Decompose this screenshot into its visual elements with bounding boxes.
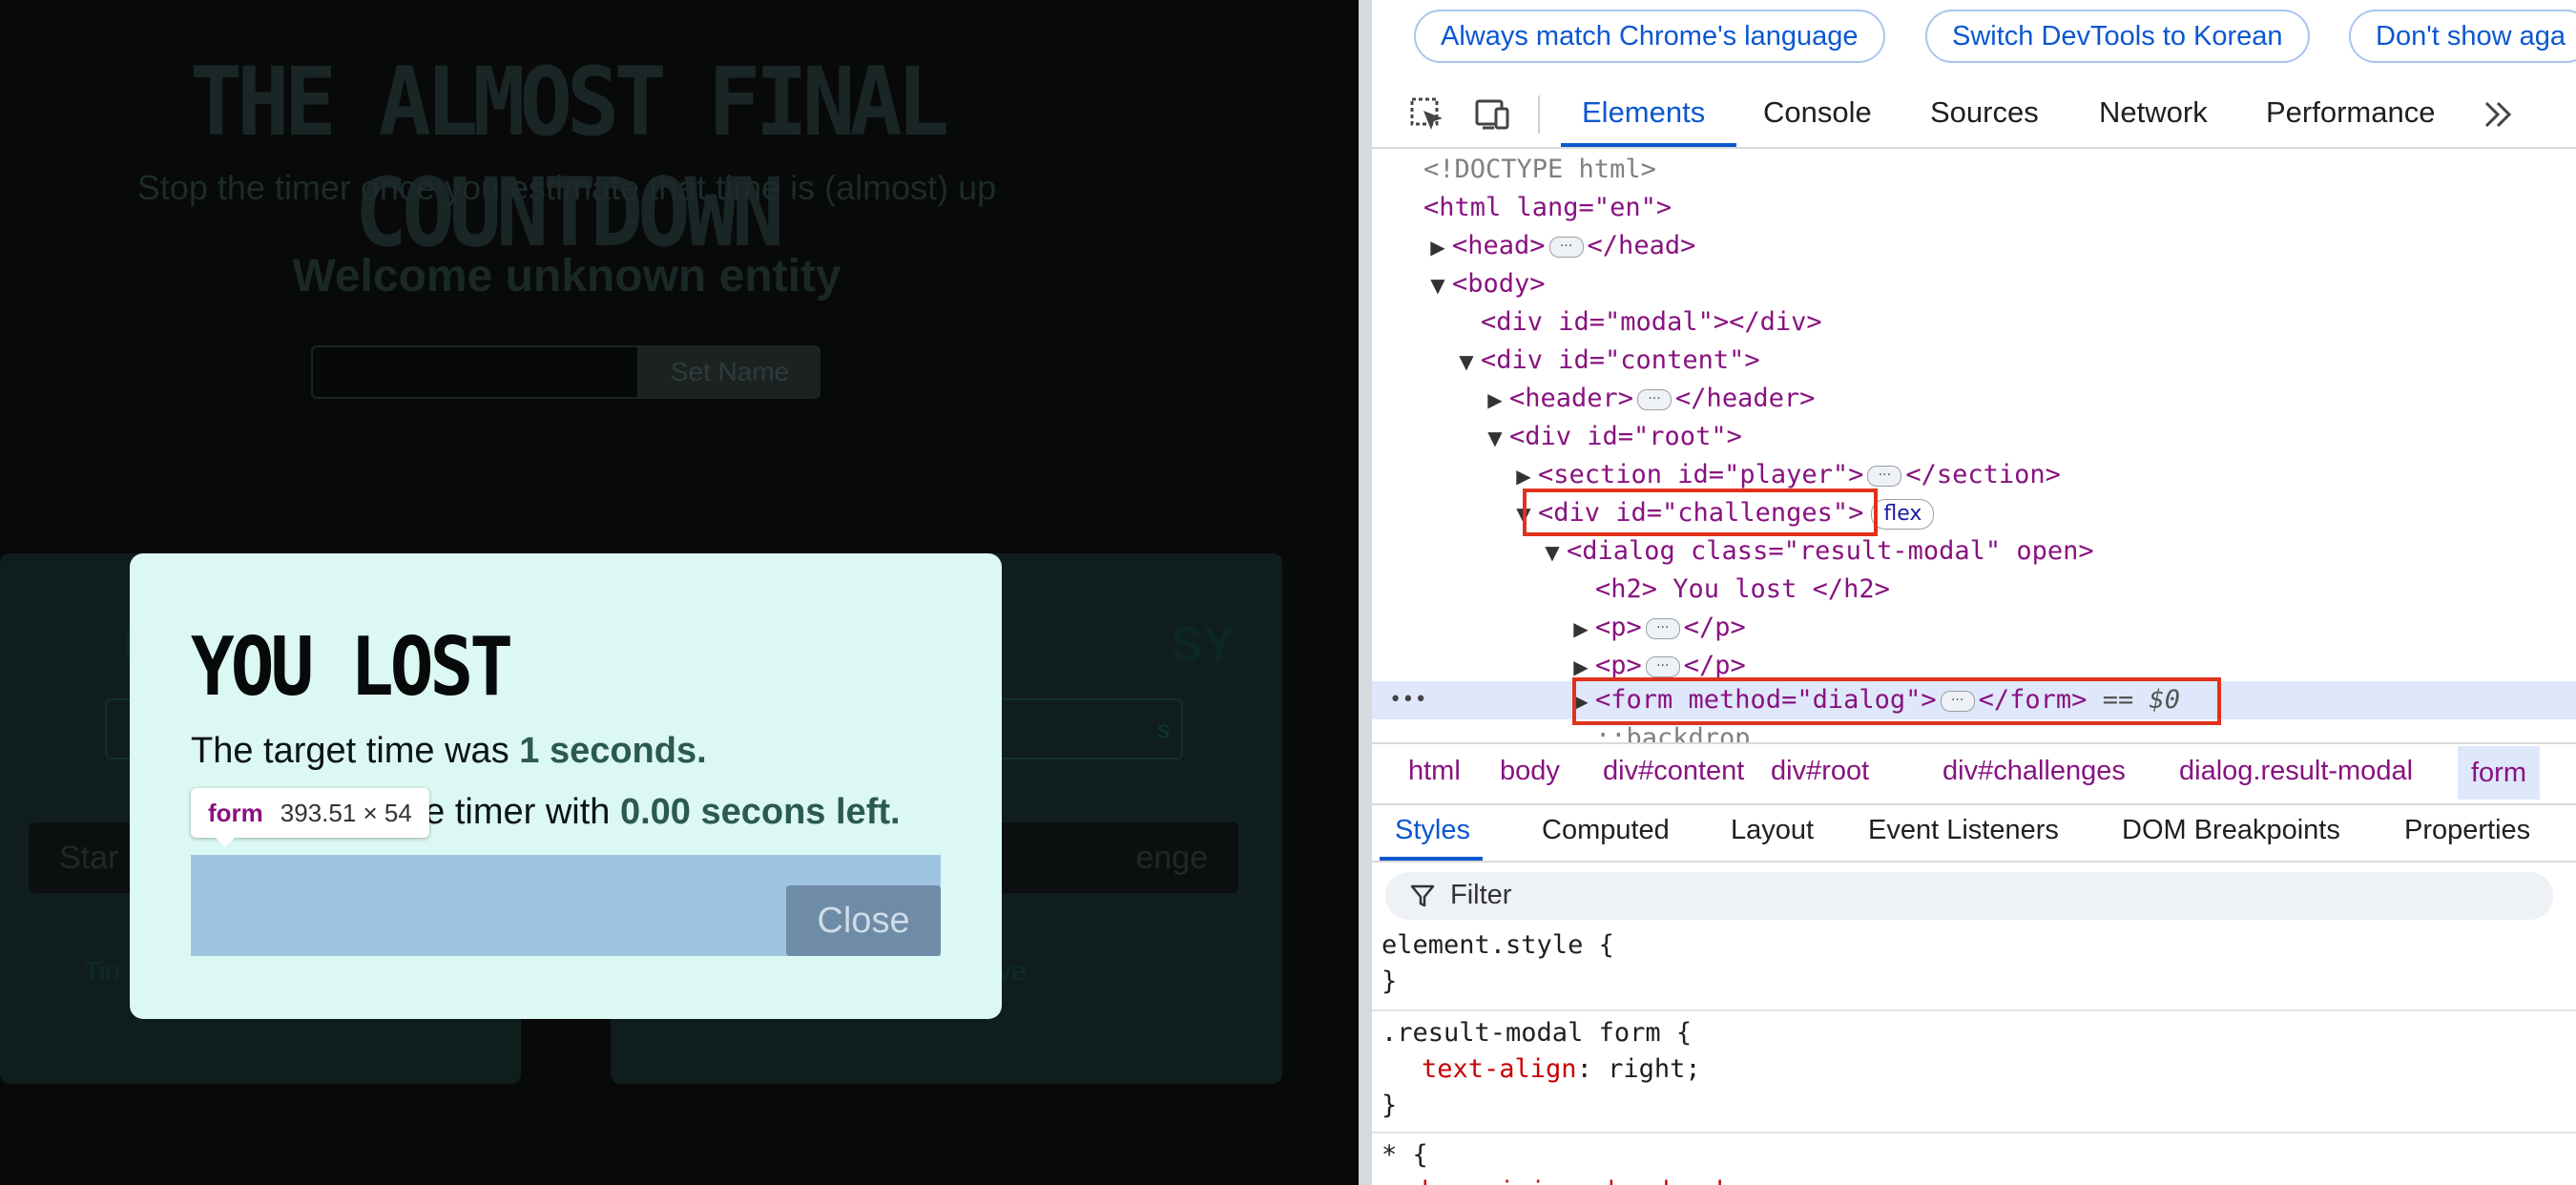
filter-placeholder: Filter xyxy=(1450,880,1512,910)
devtools-tabbar: Elements Console Sources Network Perform… xyxy=(1372,82,2576,149)
breadcrumb-item[interactable]: div#challenges xyxy=(1942,756,2126,787)
tab-network[interactable]: Network xyxy=(2099,95,2208,130)
rule-selector[interactable]: .result-modal form { xyxy=(1381,1015,1692,1051)
dom-body[interactable]: ▼ <body> xyxy=(1423,265,1545,303)
tooltip-size: 393.51 × 54 xyxy=(280,798,412,827)
tab-dom-breakpoints[interactable]: DOM Breakpoints xyxy=(2122,815,2340,846)
universal-selector[interactable]: * { xyxy=(1381,1137,1428,1174)
challenge-status: Tin xyxy=(84,956,120,986)
player-name-form: Set Name xyxy=(311,345,821,399)
language-infobar: Always match Chrome's language Switch De… xyxy=(1372,0,2576,73)
breadcrumb-item[interactable]: dialog.result-modal xyxy=(2179,756,2413,787)
tooltip-tag: form xyxy=(208,798,263,827)
rule-close-brace: } xyxy=(1381,1091,1398,1120)
dom-doctype[interactable]: <!DOCTYPE html> xyxy=(1423,151,1656,189)
breadcrumb-item[interactable]: html xyxy=(1408,756,1461,787)
remaining-time-value: 0.00 secons left. xyxy=(619,792,901,832)
tab-sources[interactable]: Sources xyxy=(1930,95,2039,130)
tab-elements[interactable]: Elements xyxy=(1582,95,1705,130)
breadcrumb: html body div#content div#root div#chall… xyxy=(1372,742,2576,805)
always-match-language-button[interactable]: Always match Chrome's language xyxy=(1414,10,1885,63)
rule-separator xyxy=(1372,1132,2576,1133)
filter-icon xyxy=(1410,884,1435,907)
player-name-input[interactable] xyxy=(311,345,639,399)
tab-computed[interactable]: Computed xyxy=(1542,815,1670,846)
node-actions-icon[interactable]: ••• xyxy=(1389,681,1427,719)
switch-devtools-korean-button[interactable]: Switch DevTools to Korean xyxy=(1925,10,2310,63)
breadcrumb-item-active[interactable]: form xyxy=(2458,746,2540,800)
dom-modal-div[interactable]: <div id="modal"></div> xyxy=(1481,303,1822,342)
dom-p[interactable]: ▶ <p> ··· </p> xyxy=(1567,609,1746,647)
dom-h2[interactable]: <h2> You lost </h2> xyxy=(1595,571,1890,609)
inspect-element-icon[interactable] xyxy=(1408,95,1446,134)
close-button[interactable]: Close xyxy=(786,885,941,956)
welcome-heading: Welcome unknown entity xyxy=(292,251,841,301)
target-time-text: The target time was 1 seconds. xyxy=(191,731,707,772)
modal-title: YOU LOST xyxy=(191,618,513,715)
result-modal: YOU LOST The target time was 1 seconds. … xyxy=(130,553,1002,1019)
styles-subtabs: Styles Computed Layout Event Listeners D… xyxy=(1372,803,2576,863)
page-title: THE ALMOST FINAL COUNTDOWN xyxy=(189,47,949,268)
breadcrumb-item[interactable]: body xyxy=(1500,756,1560,787)
remaining-time-label: he timer with xyxy=(405,792,620,832)
page-subtitle: Stop the timer once you estimate that ti… xyxy=(136,168,997,207)
rule-close-brace: } xyxy=(1381,967,1398,996)
page-viewport: THE ALMOST FINAL COUNTDOWN Stop the time… xyxy=(0,0,1359,1185)
set-name-button[interactable]: Set Name xyxy=(639,345,821,399)
tab-layout[interactable]: Layout xyxy=(1731,815,1814,846)
element-style-selector[interactable]: element.style { xyxy=(1381,927,1614,964)
target-time-label: The target time was xyxy=(191,731,520,771)
breadcrumb-item[interactable]: div#root xyxy=(1771,756,1869,787)
highlight-box-form xyxy=(1572,677,2221,725)
rule-separator xyxy=(1372,1009,2576,1011)
chevron-double-right-icon[interactable] xyxy=(2479,95,2517,134)
device-toolbar-icon[interactable] xyxy=(1473,95,1511,134)
challenge-title: SY xyxy=(1171,617,1235,671)
tab-console[interactable]: Console xyxy=(1763,95,1872,130)
inspect-tooltip: form 393.51 × 54 xyxy=(191,788,429,847)
active-subtab-indicator xyxy=(1380,857,1483,861)
dont-show-again-button[interactable]: Don't show aga xyxy=(2349,10,2576,63)
css-declaration[interactable]: text-align: right; xyxy=(1422,1051,1701,1088)
tab-styles[interactable]: Styles xyxy=(1395,815,1470,846)
dom-html[interactable]: <html lang="en"> xyxy=(1423,189,1672,227)
dom-root-div[interactable]: ▼ <div id="root"> xyxy=(1481,418,1742,456)
flex-badge[interactable]: flex xyxy=(1871,498,1935,530)
styles-filter-input[interactable]: Filter xyxy=(1385,872,2553,920)
dom-content-div[interactable]: ▼ <div id="content"> xyxy=(1452,342,1759,380)
dom-tree: ••• <!DOCTYPE html> <html lang="en"> ▶ <h… xyxy=(1372,151,2576,742)
active-tab-indicator xyxy=(1561,143,1736,147)
panel-divider[interactable] xyxy=(1359,0,1372,1185)
devtools-panel: Always match Chrome's language Switch De… xyxy=(1372,0,2576,1185)
dom-dialog[interactable]: ▼ <dialog class="result-modal" open> xyxy=(1538,532,2093,571)
toolbar-separator xyxy=(1538,95,1540,134)
tab-event-listeners[interactable]: Event Listeners xyxy=(1868,815,2059,846)
form-highlight-overlay: Close xyxy=(191,855,941,956)
breadcrumb-item[interactable]: div#content xyxy=(1603,756,1744,787)
target-time-value: 1 seconds. xyxy=(519,731,707,771)
dom-header[interactable]: ▶ <header> ··· </header> xyxy=(1481,380,1815,418)
highlight-box-challenges xyxy=(1523,489,1878,536)
tab-properties[interactable]: Properties xyxy=(2404,815,2530,846)
dom-head[interactable]: ▶ <head> ··· </head> xyxy=(1423,227,1695,265)
css-declaration-partial[interactable]: box-sizing: border-box; xyxy=(1422,1174,1778,1185)
challenge-status: ive xyxy=(992,956,1027,986)
tab-performance[interactable]: Performance xyxy=(2266,95,2435,130)
